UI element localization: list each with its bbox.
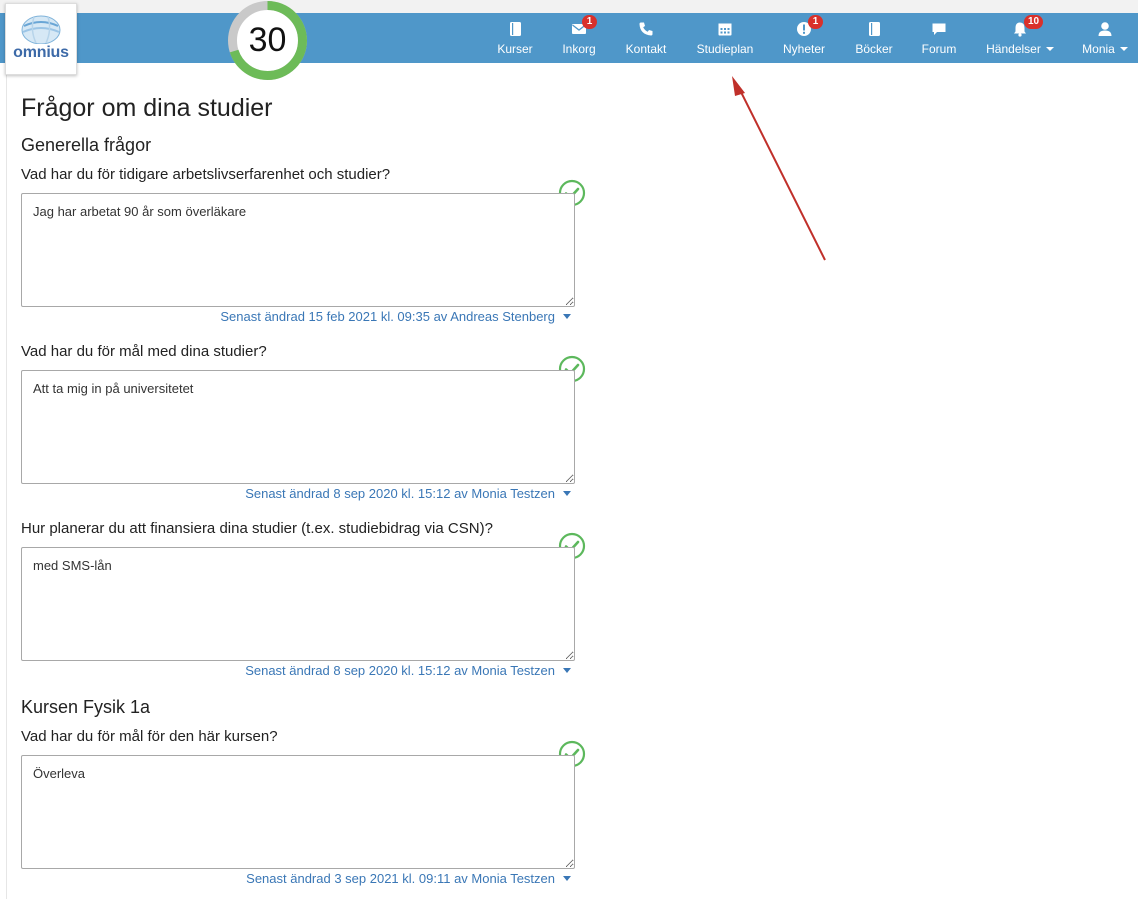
logo-text: omnius [13, 44, 69, 61]
progress-gauge: 30 [227, 0, 308, 81]
progress-value: 30 [248, 21, 287, 59]
annotation-arrow [732, 76, 826, 261]
globe-icon [21, 15, 61, 44]
omnius-logo[interactable]: omnius [5, 3, 77, 75]
